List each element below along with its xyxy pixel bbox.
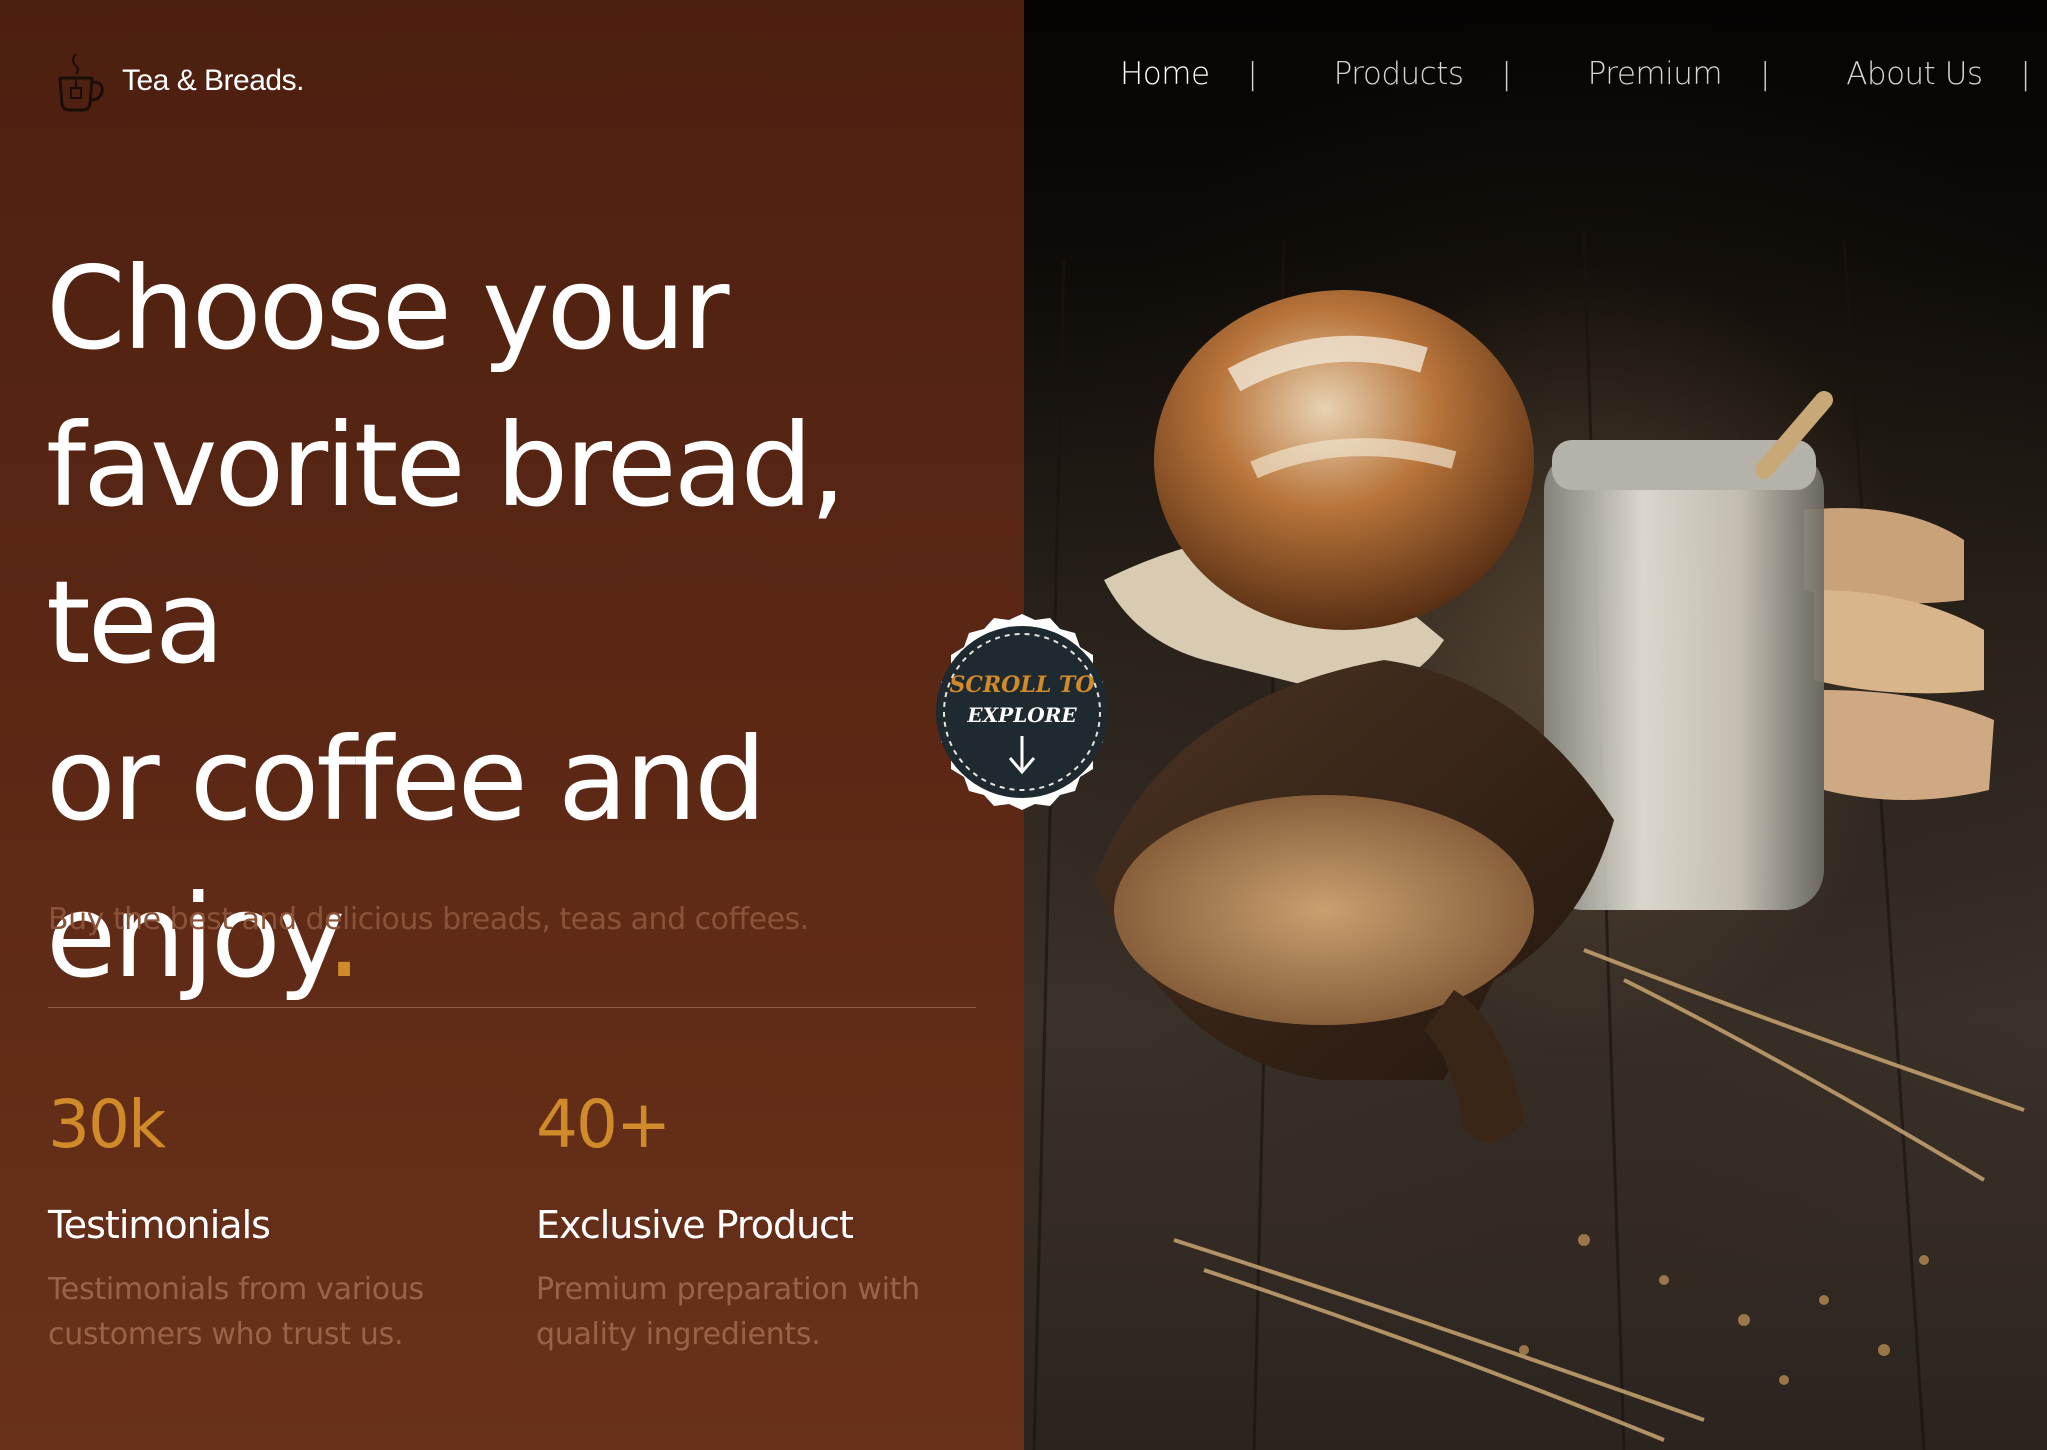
divider [48,1007,976,1008]
headline-line: Choose your [46,242,729,375]
headline-line: or coffee and [46,713,767,846]
stat-title: Exclusive Product [536,1203,854,1247]
nav-separator: | [1501,56,1512,92]
headline-line: favorite bread, tea [46,399,846,689]
stat-value: 40+ [536,1086,671,1163]
hero-photo [1024,0,2047,1450]
hero-subtitle: Buy the best and delicious breads, teas … [48,902,809,937]
nav-separator: | [1247,56,1258,92]
hero-headline: Choose your favorite bread, tea or coffe… [46,230,1006,1015]
nav-about-us[interactable]: About Us [1846,56,1983,92]
brand-logo[interactable]: Tea & Breads. [56,50,304,112]
brand-name: Tea & Breads. [122,64,304,97]
scroll-to-explore-button[interactable]: SCROLL TO EXPLORE [922,612,1122,812]
stat-description: Testimonials from various customers who … [48,1272,424,1352]
stat-testimonials: 30k Testimonials Testimonials from vario… [48,1085,468,1357]
nav-premium[interactable]: Premium [1588,56,1723,92]
bread-still-life-image [1032,229,2025,1450]
stat-value: 30k [48,1086,166,1163]
nav-separator: | [2020,56,2031,92]
nav-separator: | [1760,56,1771,92]
nav-home[interactable]: Home [1120,56,1210,92]
nav-products[interactable]: Products [1334,56,1464,92]
scroll-label-line1: SCROLL TO [950,672,1095,698]
main-nav: Home | Products | Premium | About Us | [1120,56,2031,92]
scroll-label-line2: EXPLORE [966,703,1077,727]
stat-description: Premium preparation with quality ingredi… [536,1272,920,1352]
tea-cup-icon [58,53,104,112]
stat-title: Testimonials [48,1203,271,1247]
stat-exclusive-product: 40+ Exclusive Product Premium preparatio… [536,1085,956,1357]
